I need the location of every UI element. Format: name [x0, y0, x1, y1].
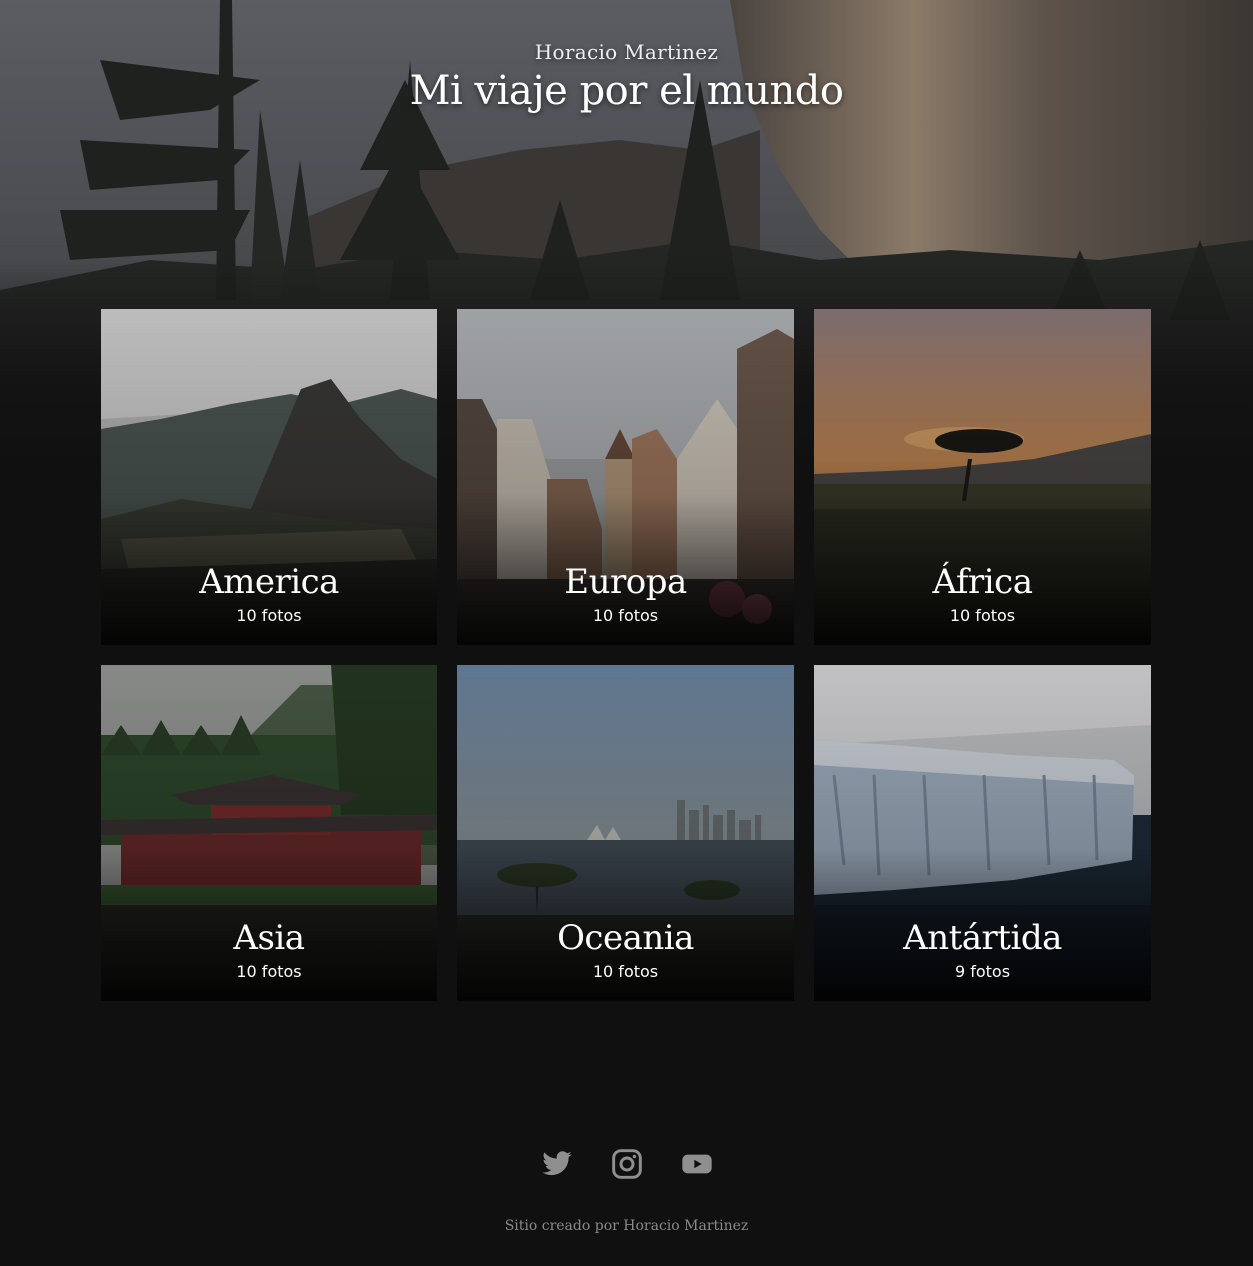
- site-header: Horacio Martinez Mi viaje por el mundo: [0, 40, 1253, 114]
- social-links: [0, 1148, 1253, 1180]
- author-name: Horacio Martinez: [534, 40, 719, 64]
- album-photo-count: 10 fotos: [592, 962, 659, 981]
- album-card-oceania[interactable]: Oceania 10 fotos: [457, 665, 794, 1001]
- album-photo-count: 10 fotos: [949, 606, 1016, 625]
- album-photo-count: 10 fotos: [236, 606, 302, 625]
- album-card-antartida[interactable]: Antártida 9 fotos: [814, 665, 1151, 1001]
- album-card-america[interactable]: America 10 fotos: [101, 309, 437, 645]
- album-title: Antártida: [903, 918, 1062, 958]
- album-photo-count: 9 fotos: [954, 962, 1011, 981]
- album-title: África: [932, 562, 1033, 602]
- album-title: Europa: [564, 562, 687, 602]
- footer-credits: Sitio creado por Horacio Martinez: [504, 1218, 749, 1234]
- album-card-asia[interactable]: Asia 10 fotos: [101, 665, 437, 1001]
- album-title: America: [199, 562, 339, 602]
- album-title: Asia: [233, 918, 305, 958]
- album-title: Oceania: [557, 918, 694, 958]
- album-card-africa[interactable]: África 10 fotos: [814, 309, 1151, 645]
- page-title: Mi viaje por el mundo: [409, 68, 844, 114]
- album-photo-count: 10 fotos: [236, 962, 302, 981]
- site-footer: Sitio creado por Horacio Martinez: [0, 1148, 1253, 1234]
- youtube-icon[interactable]: [681, 1148, 713, 1180]
- album-card-europa[interactable]: Europa 10 fotos: [457, 309, 794, 645]
- album-photo-count: 10 fotos: [592, 606, 659, 625]
- twitter-icon[interactable]: [541, 1148, 573, 1180]
- album-grid: America 10 fotos Europa 10 fotos África …: [101, 309, 1151, 1001]
- instagram-icon[interactable]: [611, 1148, 643, 1180]
